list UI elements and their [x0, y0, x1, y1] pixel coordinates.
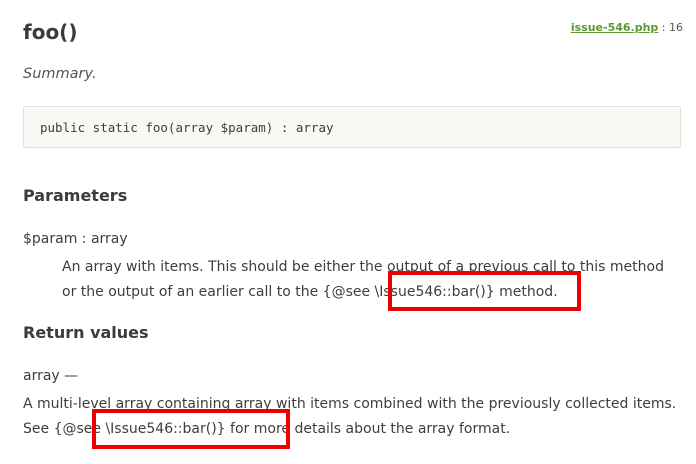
return-values-heading: Return values — [23, 323, 149, 342]
parameters-heading: Parameters — [23, 186, 128, 205]
method-signature: public static foo(array $param) : array — [23, 106, 681, 148]
method-summary: Summary. — [23, 66, 97, 82]
method-title: foo() — [23, 20, 78, 44]
param-description-end: method. — [494, 284, 558, 300]
source-separator: : — [658, 21, 669, 34]
param-see-tag: {@see \Issue546::bar()} — [322, 284, 495, 300]
return-see-tag: {@see \Issue546::bar()} — [53, 421, 226, 437]
source-line-number: 16 — [669, 21, 683, 34]
source-reference: issue-546.php : 16 — [571, 21, 683, 34]
return-type: array — — [23, 368, 79, 384]
return-description-end: for more details about the array format. — [225, 421, 511, 437]
param-description: An array with items. This should be eith… — [62, 255, 682, 305]
param-name-type: $param : array — [23, 231, 128, 247]
return-description: A multi-level array containing array wit… — [23, 392, 683, 442]
source-file-link[interactable]: issue-546.php — [571, 21, 658, 34]
